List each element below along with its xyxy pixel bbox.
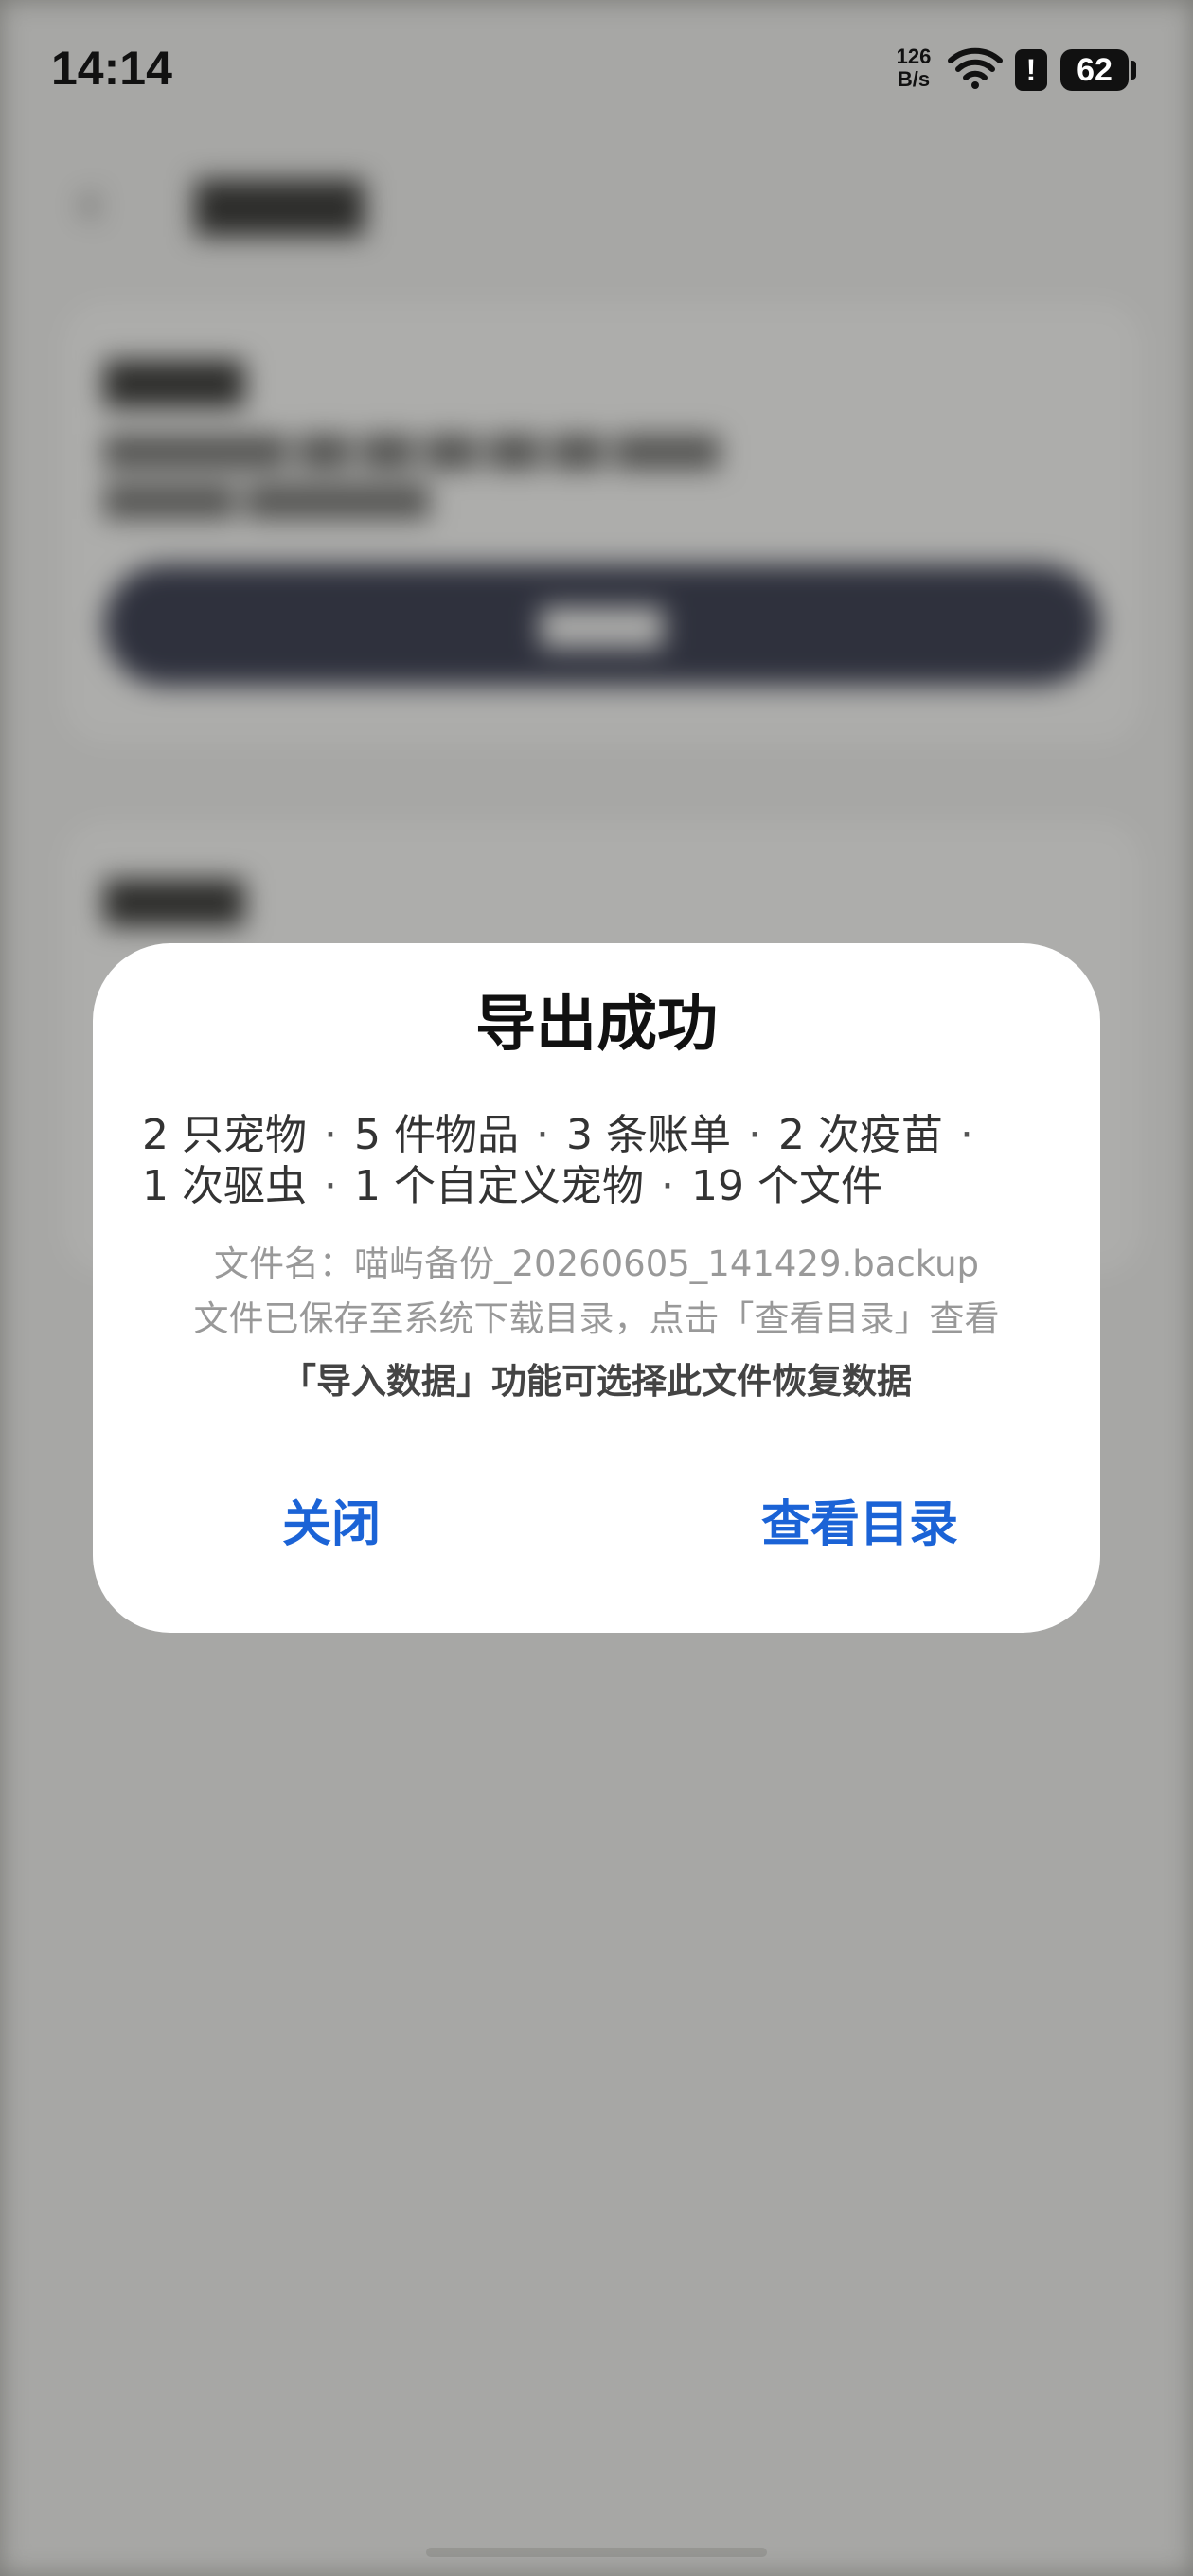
backup-file-name: 文件名：喵屿备份_20260605_141429.backup bbox=[213, 1243, 980, 1284]
summary-custom-pets: 1 个自定义宠物 bbox=[353, 1162, 644, 1210]
network-speed-unit: B/s bbox=[897, 67, 931, 91]
network-speed-value: 126 bbox=[896, 45, 932, 68]
summary-deworming: 1 次驱虫 bbox=[142, 1162, 307, 1210]
import-hint: 「导入数据」功能可选择此文件恢复数据 bbox=[281, 1361, 912, 1402]
separator-dot: · bbox=[535, 1111, 549, 1159]
summary-line-1: 2 只宠物 · 5 件物品 · 3 条账单 · 2 次疫苗 · bbox=[142, 1110, 1072, 1161]
close-button[interactable]: 关闭 bbox=[218, 1477, 445, 1572]
summary-items: 5 件物品 bbox=[353, 1111, 519, 1159]
view-directory-button[interactable]: 查看目录 bbox=[699, 1477, 1021, 1572]
export-summary: 2 只宠物 · 5 件物品 · 3 条账单 · 2 次疫苗 · 1 次驱虫 · 1 个自定义宠物 ·… bbox=[142, 1110, 1072, 1212]
network-speed: 126 B/s bbox=[890, 45, 937, 91]
battery-icon: 62 bbox=[1060, 49, 1129, 91]
summary-line-2: 1 次驱虫 · 1 个自定义宠物 · 19 个文件 bbox=[142, 1161, 1072, 1212]
separator-dot: · bbox=[323, 1162, 337, 1210]
summary-pets: 2 只宠物 bbox=[142, 1111, 307, 1159]
summary-vaccines: 2 次疫苗 bbox=[777, 1111, 943, 1159]
battery-tip bbox=[1131, 61, 1136, 80]
separator-dot: · bbox=[323, 1111, 337, 1159]
separator-dot: · bbox=[660, 1162, 674, 1210]
alert-icon: ! bbox=[1015, 49, 1047, 91]
save-location-hint: 文件已保存至系统下载目录，点击「查看目录」查看 bbox=[193, 1298, 1000, 1339]
wifi-icon bbox=[948, 47, 1003, 89]
dialog-title: 导出成功 bbox=[475, 990, 718, 1060]
status-time: 14:14 bbox=[51, 42, 172, 95]
separator-dot: · bbox=[747, 1111, 761, 1159]
export-success-dialog: 导出成功 2 只宠物 · 5 件物品 · 3 条账单 · 2 次疫苗 · 1 次驱虫 · 1 个自… bbox=[93, 943, 1100, 1633]
home-indicator[interactable] bbox=[426, 2548, 767, 2557]
summary-files: 19 个文件 bbox=[690, 1162, 882, 1210]
summary-bills: 3 条账单 bbox=[565, 1111, 731, 1159]
separator-dot: · bbox=[959, 1111, 973, 1159]
status-bar: 14:14 126 B/s ! 62 bbox=[0, 0, 1193, 142]
